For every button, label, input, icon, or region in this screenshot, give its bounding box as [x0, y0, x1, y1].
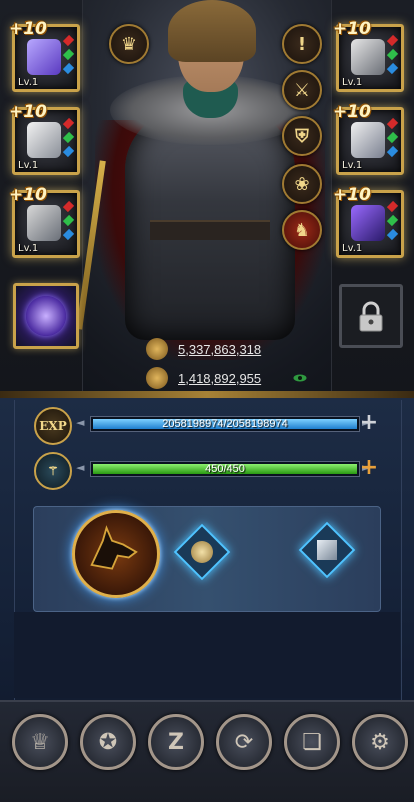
purple-shield-icon [351, 205, 385, 241]
power-stat[interactable]: 5,337,863,318 [146, 338, 261, 360]
item-level: Lv.1 [342, 160, 363, 171]
stamina-bar-row: ⚚ ◄ 450/450 ► + [34, 452, 394, 490]
equip-slot-right-3[interactable]: +10 Lv.1 [333, 185, 404, 258]
z-icon: Z [168, 729, 184, 755]
exp-bar-row: EXP ◄ 2058198974/2058198974 ► + [34, 407, 394, 445]
stamina-plus-button[interactable]: + [358, 457, 380, 479]
might-value: 1,418,892,955 [178, 370, 262, 386]
padlock-icon [359, 301, 383, 332]
gem-sockets [386, 34, 400, 77]
info-alert-icon[interactable]: ! [282, 24, 322, 64]
exp-icon: EXP [34, 407, 72, 445]
purple-gauntlet-icon [27, 39, 61, 75]
gem-sockets [62, 200, 76, 243]
medal-icon: ✪ [98, 729, 118, 755]
item-level: Lv.1 [18, 243, 39, 254]
medal-nav-button[interactable]: ✪ [80, 714, 136, 770]
hero-belt [150, 220, 270, 240]
equip-slot-right-2[interactable]: +10 Lv.1 [333, 102, 404, 175]
power-value: 5,337,863,318 [178, 341, 262, 357]
enhance-level: +10 [333, 185, 371, 205]
hero-hair [168, 0, 256, 62]
orb-slot[interactable] [13, 283, 79, 349]
gem-sockets [386, 200, 400, 243]
jackal-head-icon [90, 525, 138, 570]
purple-orb-icon [26, 296, 66, 336]
chest-armor-icon [351, 122, 385, 158]
rose-icon[interactable]: ❀ [282, 164, 322, 204]
chevron-left-icon: ◄ [76, 461, 85, 474]
enhance-level: +10 [9, 102, 47, 122]
exp-bar: 2058198974/2058198974 [90, 416, 360, 432]
refresh-nav-button[interactable]: ⟳ [216, 714, 272, 770]
empty-area [14, 612, 400, 698]
gear-icon: ⚙ [370, 729, 390, 755]
enhance-level: +10 [333, 19, 371, 39]
item-level: Lv.1 [342, 77, 363, 88]
equip-slot-left-2[interactable]: +10 Lv.1 [9, 102, 80, 175]
book-rune-icon [317, 540, 337, 560]
enhance-level: +10 [333, 102, 371, 122]
rank-badge-icon[interactable]: ⛨ [282, 116, 322, 156]
helmet-preview-icon[interactable]: ♛ [109, 24, 149, 64]
white-chestplate-icon [27, 122, 61, 158]
gem-sockets [386, 117, 400, 160]
boots-icon [27, 205, 61, 241]
beast-crest-icon[interactable]: ♞ [282, 210, 322, 250]
item-level: Lv.1 [18, 160, 39, 171]
lion-rune-icon [191, 541, 213, 563]
might-stat[interactable]: 1,418,892,955 [146, 367, 261, 389]
exp-value: 2058198974/2058198974 [162, 418, 288, 430]
equip-slot-left-3[interactable]: +10 Lv.1 [9, 185, 80, 258]
helmet-icon [351, 39, 385, 75]
locked-slot[interactable] [339, 284, 403, 348]
refresh-icon: ⟳ [234, 729, 254, 755]
settings-nav-button[interactable]: ⚙ [352, 714, 408, 770]
stamina-value: 450/450 [205, 463, 245, 475]
exp-plus-button[interactable]: + [358, 412, 380, 434]
anubis-skill-icon[interactable] [72, 510, 160, 598]
equip-slot-left-1[interactable]: +10 Lv.1 [9, 19, 80, 92]
equip-slot-right-1[interactable]: +10 Lv.1 [333, 19, 404, 92]
book-nav-button[interactable]: ❏ [284, 714, 340, 770]
item-level: Lv.1 [18, 77, 39, 88]
gem-sockets [62, 34, 76, 77]
item-level: Lv.1 [342, 243, 363, 254]
eye-icon[interactable] [293, 374, 307, 382]
book-icon: ❏ [302, 729, 322, 755]
stamina-icon: ⚚ [34, 452, 72, 490]
trophy-icon: ♕ [30, 729, 50, 755]
armor-swap-icon[interactable]: ⚔ [282, 70, 322, 110]
might-icon [146, 367, 168, 389]
trophy-nav-button[interactable]: ♕ [12, 714, 68, 770]
enhance-level: +10 [9, 185, 47, 205]
sleep-nav-button[interactable]: Z [148, 714, 204, 770]
chevron-left-icon: ◄ [76, 416, 85, 429]
gem-sockets [62, 117, 76, 160]
stamina-bar: 450/450 [90, 461, 360, 477]
enhance-level: +10 [9, 19, 47, 39]
power-icon [146, 338, 168, 360]
